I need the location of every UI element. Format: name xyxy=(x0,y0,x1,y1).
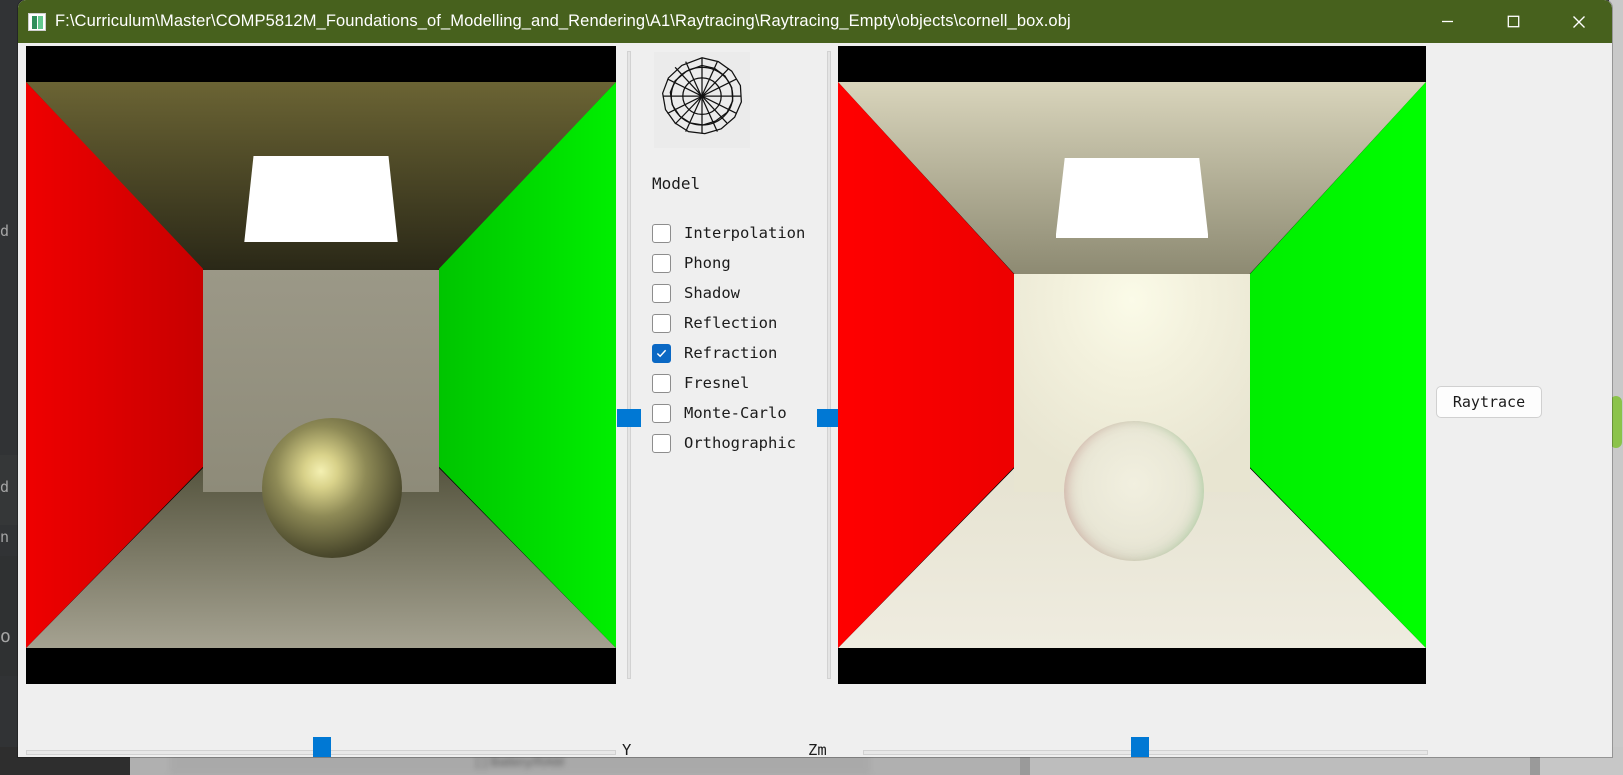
render-letterbox-top xyxy=(838,46,1426,82)
background-ghost-char-2: n xyxy=(0,528,10,546)
checkbox-phong[interactable] xyxy=(652,253,671,273)
vertical-slider-right[interactable] xyxy=(817,51,841,679)
checkbox-row-reflection[interactable]: Reflection xyxy=(652,308,818,338)
minimize-icon xyxy=(1441,20,1453,23)
cornell-box-preview xyxy=(26,46,616,684)
maximize-icon xyxy=(1507,15,1519,28)
opengl-preview-viewport[interactable] xyxy=(26,46,616,684)
background-ghost-char-3: o xyxy=(0,626,11,647)
screen-root: d d n o [ ] Battery/RAM F:\Curriculum\Ma… xyxy=(0,0,1623,775)
raytrace-button[interactable]: Raytrace xyxy=(1436,386,1542,418)
checkbox-label-reflection: Reflection xyxy=(684,314,778,332)
checkbox-label-refraction: Refraction xyxy=(684,344,778,362)
horizontal-slider-y-thumb[interactable] xyxy=(313,737,331,757)
check-icon xyxy=(656,349,667,357)
vertical-slider-right-track[interactable] xyxy=(827,51,831,679)
checkbox-row-orthographic[interactable]: Orthographic xyxy=(652,428,818,458)
checkbox-orthographic[interactable] xyxy=(652,433,671,453)
checkbox-label-fresnel: Fresnel xyxy=(684,374,750,392)
preview-area-light xyxy=(244,156,398,242)
arcball-sphere-icon xyxy=(661,57,742,135)
checkbox-reflection[interactable] xyxy=(652,313,671,333)
checkbox-label-interpolation: Interpolation xyxy=(684,224,806,242)
checkbox-row-monte-carlo[interactable]: Monte-Carlo xyxy=(652,398,818,428)
window-controls xyxy=(1414,0,1612,43)
close-button[interactable] xyxy=(1546,0,1612,43)
checkbox-row-refraction[interactable]: Refraction xyxy=(652,338,818,368)
background-ghost-char-1: d xyxy=(0,478,10,496)
control-panel: Model Interpolation Phong Shadow Reflect… xyxy=(636,46,818,684)
preview-letterbox-top xyxy=(26,46,616,82)
client-area: Model Interpolation Phong Shadow Reflect… xyxy=(18,43,1612,757)
checkbox-label-phong: Phong xyxy=(684,254,731,272)
raytraced-render-viewport[interactable] xyxy=(838,46,1426,684)
panel-title: Model xyxy=(652,174,701,193)
checkbox-label-orthographic: Orthographic xyxy=(684,434,796,452)
vertical-slider-left[interactable] xyxy=(617,51,641,679)
checkbox-fresnel[interactable] xyxy=(652,373,671,393)
app-window-icon xyxy=(28,12,46,31)
checkbox-monte-carlo[interactable] xyxy=(652,403,671,423)
cornell-box-raytraced xyxy=(838,46,1426,684)
checkbox-shadow[interactable] xyxy=(652,283,671,303)
arcball-rotation-widget[interactable] xyxy=(654,52,750,148)
close-icon xyxy=(1573,15,1585,28)
vertical-slider-left-track[interactable] xyxy=(627,51,631,679)
checkbox-row-phong[interactable]: Phong xyxy=(652,248,818,278)
checkbox-row-fresnel[interactable]: Fresnel xyxy=(652,368,818,398)
background-ghost-char-0: d xyxy=(0,222,10,240)
render-letterbox-bottom xyxy=(838,648,1426,684)
checkbox-row-interpolation[interactable]: Interpolation xyxy=(652,218,818,248)
minimize-button[interactable] xyxy=(1414,0,1480,43)
render-refractive-sphere xyxy=(1064,421,1205,561)
title-bar[interactable]: F:\Curriculum\Master\COMP5812M_Foundatio… xyxy=(18,0,1612,43)
preview-sphere xyxy=(262,418,402,558)
preview-letterbox-bottom xyxy=(26,648,616,684)
checkbox-interpolation[interactable] xyxy=(652,223,671,243)
maximize-button[interactable] xyxy=(1480,0,1546,43)
horizontal-slider-zm-thumb[interactable] xyxy=(1131,737,1149,757)
horizontal-slider-y[interactable] xyxy=(26,737,616,757)
checkbox-row-shadow[interactable]: Shadow xyxy=(652,278,818,308)
checkbox-label-shadow: Shadow xyxy=(684,284,740,302)
checkbox-label-monte-carlo: Monte-Carlo xyxy=(684,404,787,422)
model-options-list: Interpolation Phong Shadow Reflection Re… xyxy=(652,218,818,458)
slider-label-zm: Zm xyxy=(808,741,827,757)
checkbox-refraction[interactable] xyxy=(652,343,671,363)
horizontal-slider-zm[interactable] xyxy=(863,737,1428,757)
render-area-light xyxy=(1055,158,1209,238)
application-window: F:\Curriculum\Master\COMP5812M_Foundatio… xyxy=(18,0,1612,757)
slider-label-y: Y xyxy=(622,741,632,757)
window-title: F:\Curriculum\Master\COMP5812M_Foundatio… xyxy=(55,12,1071,30)
